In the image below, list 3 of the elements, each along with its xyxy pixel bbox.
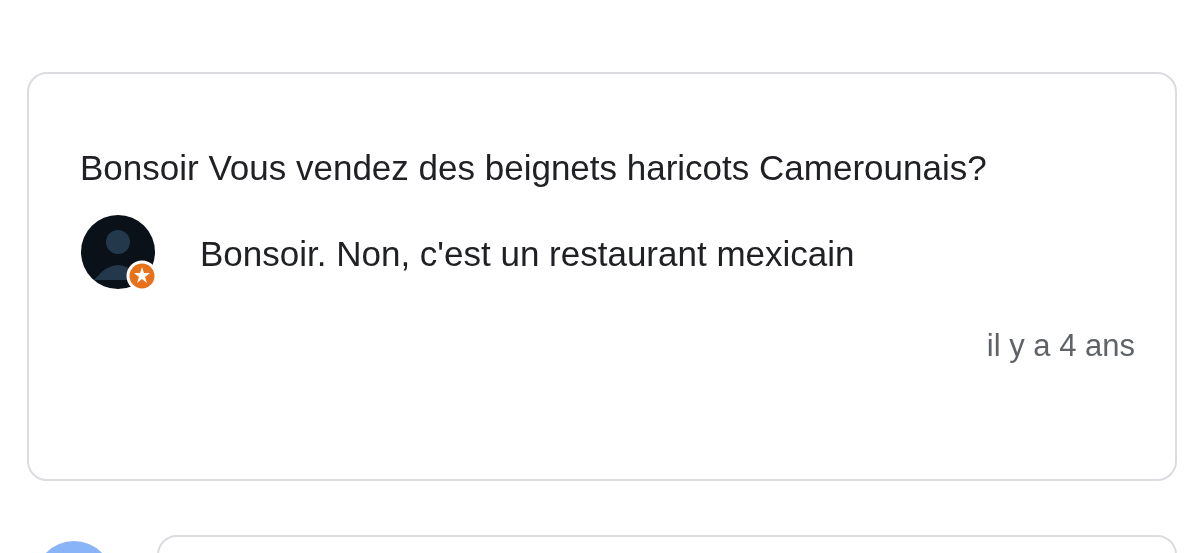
answer-text: Bonsoir. Non, c'est un restaurant mexicain	[200, 233, 855, 275]
question-text: Bonsoir Vous vendez des beignets haricots Camerounais?	[80, 147, 988, 189]
answer-time: il y a 4 ans	[986, 328, 1135, 364]
